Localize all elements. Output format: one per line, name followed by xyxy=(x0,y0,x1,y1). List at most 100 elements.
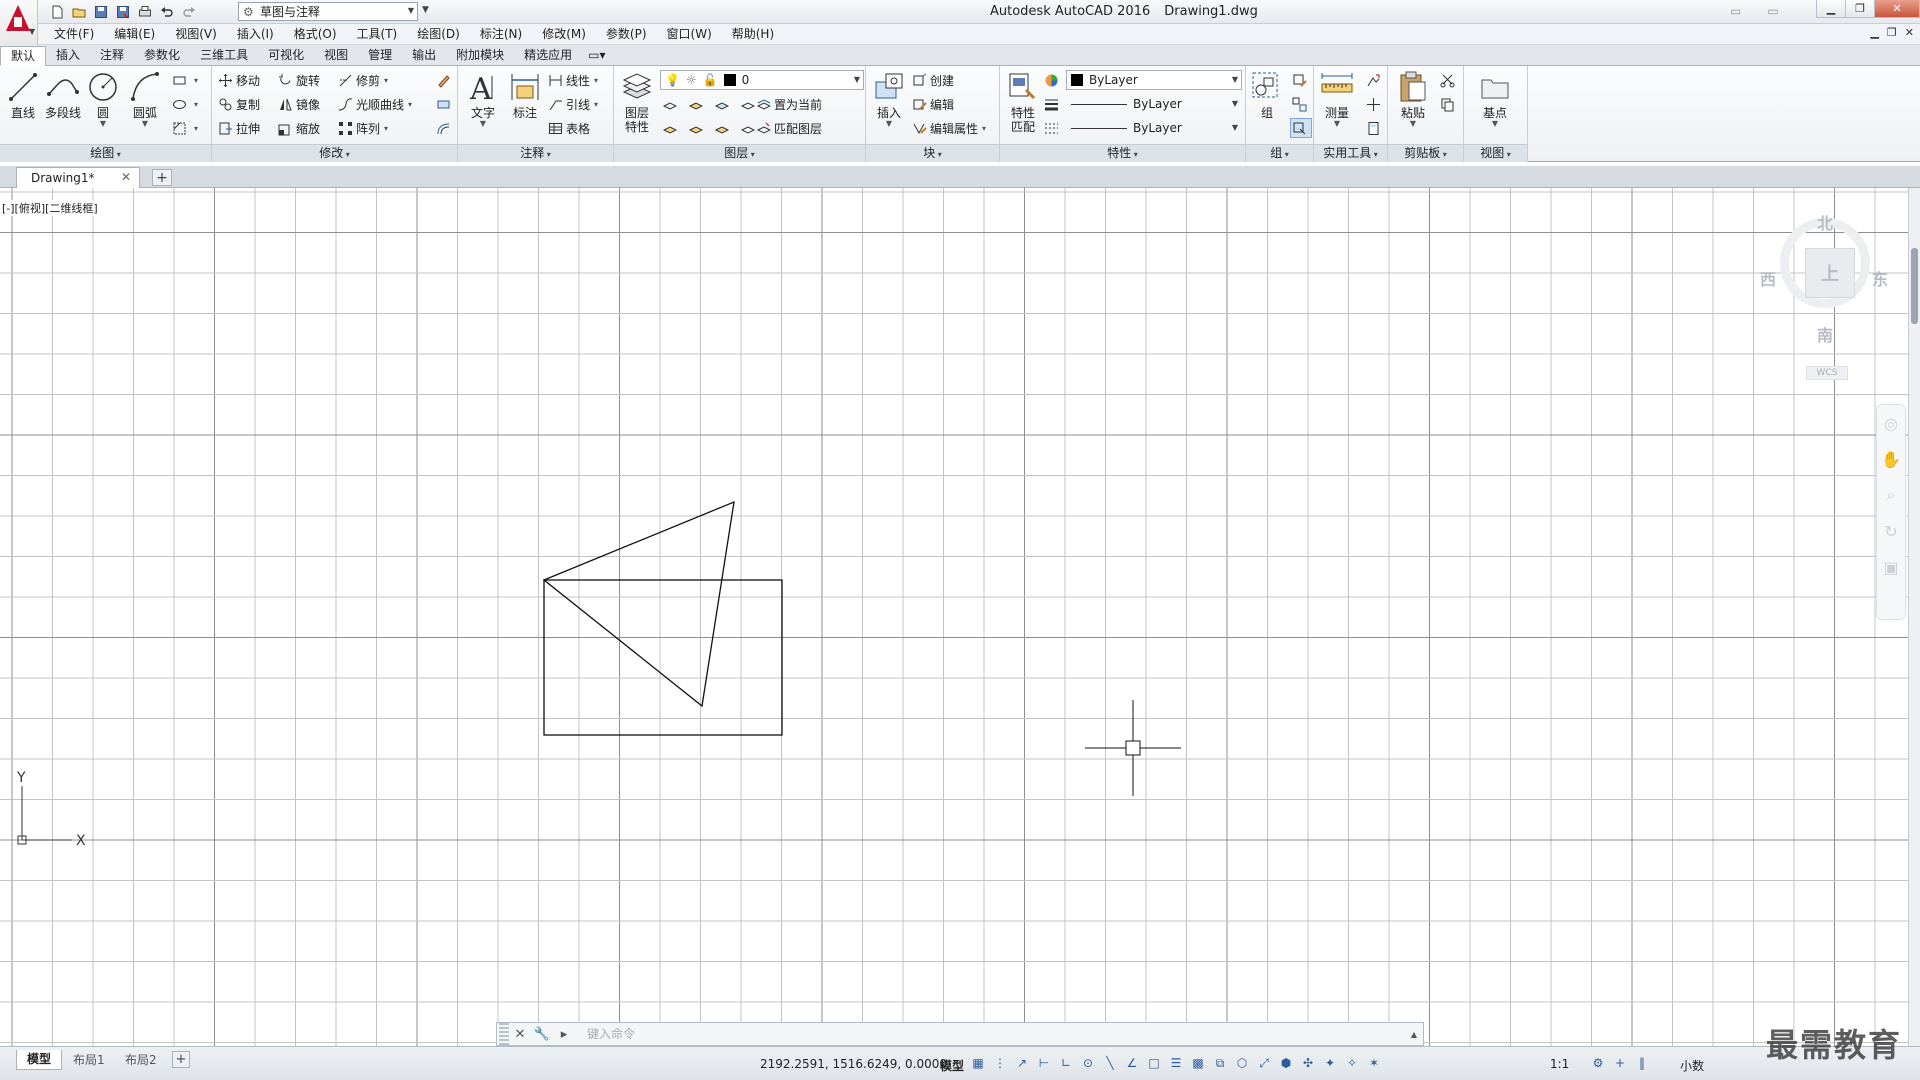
calculator-tool[interactable] xyxy=(1366,118,1384,138)
color-dropdown[interactable]: ByLayer ▼ xyxy=(1066,70,1242,90)
ribbon-tab-4[interactable]: 三维工具 xyxy=(190,46,258,65)
compass-east[interactable]: 东 xyxy=(1872,266,1888,290)
open-file-icon[interactable] xyxy=(70,3,88,21)
layer-dropdown[interactable]: 💡 ☼ 🔓 0 ▼ xyxy=(660,70,864,90)
object-snap-tracking-icon[interactable]: ∠ xyxy=(1124,1055,1140,1071)
stretch-tool[interactable]: 拉伸 xyxy=(218,118,260,138)
dimension-button[interactable]: 标注 xyxy=(504,70,546,120)
offset-tool[interactable] xyxy=(436,118,454,138)
ungroup-tool[interactable] xyxy=(1292,94,1310,114)
3d-osnap-icon[interactable]: ⬡ xyxy=(1234,1055,1250,1071)
annotation-scale[interactable]: 1:1 xyxy=(1550,1057,1569,1071)
ribbon-tab-10[interactable]: 精选应用 xyxy=(514,46,582,65)
doc-minimize-icon[interactable]: ▁ xyxy=(1870,26,1878,39)
units-display[interactable]: 小数 xyxy=(1680,1057,1704,1074)
layer-thaw-icon[interactable] xyxy=(714,121,729,136)
ribbon-tab-8[interactable]: 输出 xyxy=(402,46,446,65)
vertical-scrollbar[interactable] xyxy=(1908,188,1920,1046)
chevron-up-icon[interactable]: ▲ xyxy=(1405,1030,1423,1039)
edit-block-tool[interactable]: 编辑 xyxy=(912,94,954,114)
ribbon-minimize-icon[interactable]: ▭▾ xyxy=(582,46,611,65)
undo-icon[interactable] xyxy=(158,3,176,21)
copy-tool[interactable]: 复制 xyxy=(218,94,260,114)
panel-title-clipboard[interactable]: 剪贴板 xyxy=(1388,144,1463,162)
selection-filter-icon[interactable]: ⬢ xyxy=(1278,1055,1294,1071)
scrollbar-thumb[interactable] xyxy=(1911,248,1918,324)
viewcube[interactable]: 北 南 东 西 上 WCS xyxy=(1760,200,1890,380)
viewcube-top-face[interactable]: 上 xyxy=(1805,248,1855,298)
ribbon-tab-5[interactable]: 可视化 xyxy=(258,46,314,65)
layout-tab-model[interactable]: 模型 xyxy=(16,1050,63,1070)
polar-icon[interactable]: ⊙ xyxy=(1080,1055,1096,1071)
group-edit-tool[interactable] xyxy=(1292,70,1310,90)
close-button[interactable]: ✕ xyxy=(1874,0,1920,18)
panel-title-groups[interactable]: 组 xyxy=(1246,144,1313,162)
layout-tab-1[interactable]: 布局1 xyxy=(62,1050,116,1070)
arc-button[interactable]: 圆弧 ▼ xyxy=(124,70,166,128)
doc-close-icon[interactable]: ✕ xyxy=(1905,26,1914,39)
lineweight-tool[interactable] xyxy=(1044,94,1062,114)
customize-qat-icon[interactable]: ▼ xyxy=(422,5,429,15)
zoom-extents-icon[interactable]: ⌕ xyxy=(1877,477,1905,513)
close-tab-icon[interactable]: ✕ xyxy=(121,170,131,184)
object-snap-icon[interactable]: □ xyxy=(1146,1055,1162,1071)
ribbon-tab-9[interactable]: 附加模块 xyxy=(446,46,514,65)
selection-cycling-icon[interactable]: ⧉ xyxy=(1212,1055,1228,1071)
match-properties-button[interactable]: 特性 匹配 xyxy=(1002,70,1044,134)
linetype-dropdown[interactable]: ByLayer ▼ xyxy=(1066,118,1242,138)
redo-icon[interactable] xyxy=(180,3,198,21)
recent-commands-icon[interactable]: ▸ xyxy=(553,1023,575,1045)
coordinates-readout[interactable]: 2192.2591, 1516.6249, 0.0000 xyxy=(760,1057,947,1071)
match-layer-tool[interactable]: 匹配图层 xyxy=(756,118,822,138)
base-view-button[interactable]: 基点 ▼ xyxy=(1474,70,1516,128)
cut-tool[interactable] xyxy=(1440,70,1458,90)
command-line-grip[interactable] xyxy=(499,1023,509,1045)
doc-restore-icon[interactable]: ❐ xyxy=(1887,26,1897,39)
new-file-icon[interactable] xyxy=(48,3,66,21)
annotation-visibility-icon[interactable]: ✦ xyxy=(1322,1055,1338,1071)
pan-icon[interactable]: ✋ xyxy=(1877,441,1905,477)
array-tool[interactable]: 阵列 ▾ xyxy=(338,118,388,138)
paste-button[interactable]: 粘贴 ▼ xyxy=(1392,70,1434,128)
menu-item-9[interactable]: 参数(P) xyxy=(596,25,657,44)
print-icon[interactable] xyxy=(136,3,154,21)
linear-dim-tool[interactable]: 线性 ▾ xyxy=(548,70,598,90)
layer-freeze-icon[interactable] xyxy=(714,97,729,112)
panel-title-block[interactable]: 块 xyxy=(866,144,999,162)
transparency-icon[interactable]: ▩ xyxy=(1190,1055,1206,1071)
model-space-toggle[interactable]: 模型 xyxy=(940,1057,964,1074)
save-as-icon[interactable] xyxy=(114,3,132,21)
wcs-menu[interactable]: WCS xyxy=(1806,366,1848,380)
annotation-scale-icon[interactable]: ✶ xyxy=(1366,1055,1382,1071)
copy-clip-tool[interactable] xyxy=(1440,94,1458,114)
isolate-objects-icon[interactable]: ‖ xyxy=(1634,1055,1650,1071)
menu-item-10[interactable]: 窗口(W) xyxy=(657,25,722,44)
wrench-icon[interactable]: 🔧 xyxy=(531,1023,553,1045)
layer-isolate-icon[interactable] xyxy=(688,97,703,112)
menu-item-6[interactable]: 绘图(D) xyxy=(407,25,470,44)
ortho-icon[interactable]: ∟ xyxy=(1058,1055,1074,1071)
panel-title-utilities[interactable]: 实用工具 xyxy=(1314,144,1387,162)
layer-properties-button[interactable]: 图层 特性 xyxy=(616,70,658,134)
insert-block-button[interactable]: 插入 ▼ xyxy=(868,70,910,128)
ellipse-tool[interactable]: ▾ xyxy=(172,94,198,114)
table-tool[interactable]: 表格 xyxy=(548,118,590,138)
application-menu-button[interactable]: ▼ xyxy=(0,0,38,46)
orbit-icon[interactable]: ↻ xyxy=(1877,513,1905,549)
menu-item-8[interactable]: 修改(M) xyxy=(532,25,596,44)
compass-west[interactable]: 西 xyxy=(1760,266,1776,290)
steering-wheel-icon[interactable]: ◎ xyxy=(1877,405,1905,441)
group-selection-tool[interactable] xyxy=(1290,118,1312,138)
command-input[interactable]: 键入命令 xyxy=(575,1023,1405,1045)
panel-title-draw[interactable]: 绘图 xyxy=(0,144,211,162)
rectangle-tool[interactable]: ▾ xyxy=(172,70,198,90)
save-icon[interactable] xyxy=(92,3,110,21)
panel-title-layers[interactable]: 图层 xyxy=(614,144,865,162)
menu-item-3[interactable]: 插入(I) xyxy=(227,25,284,44)
ribbon-tab-6[interactable]: 视图 xyxy=(314,46,358,65)
menu-item-5[interactable]: 工具(T) xyxy=(347,25,408,44)
dynamic-input-icon[interactable]: ⊢ xyxy=(1036,1055,1052,1071)
scale-tool[interactable]: 缩放 xyxy=(278,118,320,138)
mirror-tool[interactable]: 镜像 xyxy=(278,94,320,114)
ribbon-tab-0[interactable]: 默认 xyxy=(0,46,47,66)
